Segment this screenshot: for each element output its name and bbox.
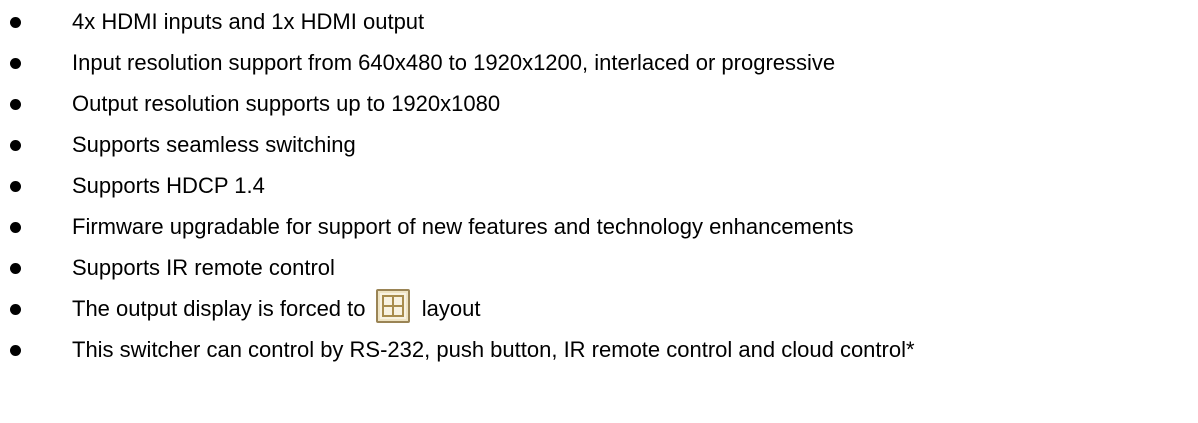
feature-text: Supports seamless switching — [72, 132, 356, 157]
bullet-icon — [10, 263, 21, 274]
bullet-icon — [10, 58, 21, 69]
bullet-icon — [10, 17, 21, 28]
feature-text: 4x HDMI inputs and 1x HDMI output — [72, 9, 425, 34]
list-item-layout: The output display is forced to layout — [0, 289, 1198, 329]
list-item: Supports IR remote control — [0, 248, 1198, 288]
bullet-icon — [10, 99, 21, 110]
bullet-icon — [10, 345, 21, 356]
layout-text-after: layout — [421, 296, 481, 321]
list-item: Input resolution support from 640x480 to… — [0, 43, 1198, 83]
feature-text: The output display is forced to layout — [72, 289, 481, 324]
list-item: Supports seamless switching — [0, 125, 1198, 165]
feature-text: Firmware upgradable for support of new f… — [72, 214, 854, 239]
feature-text: This switcher can control by RS-232, pus… — [72, 337, 915, 362]
feature-text: Input resolution support from 640x480 to… — [72, 50, 836, 75]
bullet-icon — [10, 140, 21, 151]
feature-text: Supports HDCP 1.4 — [72, 173, 265, 198]
list-item: Supports HDCP 1.4 — [0, 166, 1198, 206]
bullet-icon — [10, 304, 21, 315]
list-item: Output resolution supports up to 1920x10… — [0, 84, 1198, 124]
layout-text-before: The output display is forced to — [72, 296, 366, 321]
quad-layout-icon — [375, 289, 410, 324]
list-item: 4x HDMI inputs and 1x HDMI output — [0, 2, 1198, 42]
list-item: This switcher can control by RS-232, pus… — [0, 330, 1198, 370]
bullet-icon — [10, 181, 21, 192]
bullet-icon — [10, 222, 21, 233]
feature-text: Supports IR remote control — [72, 255, 335, 280]
feature-list: 4x HDMI inputs and 1x HDMI output Input … — [0, 0, 1198, 370]
list-item: Firmware upgradable for support of new f… — [0, 207, 1198, 247]
feature-text: Output resolution supports up to 1920x10… — [72, 91, 501, 116]
